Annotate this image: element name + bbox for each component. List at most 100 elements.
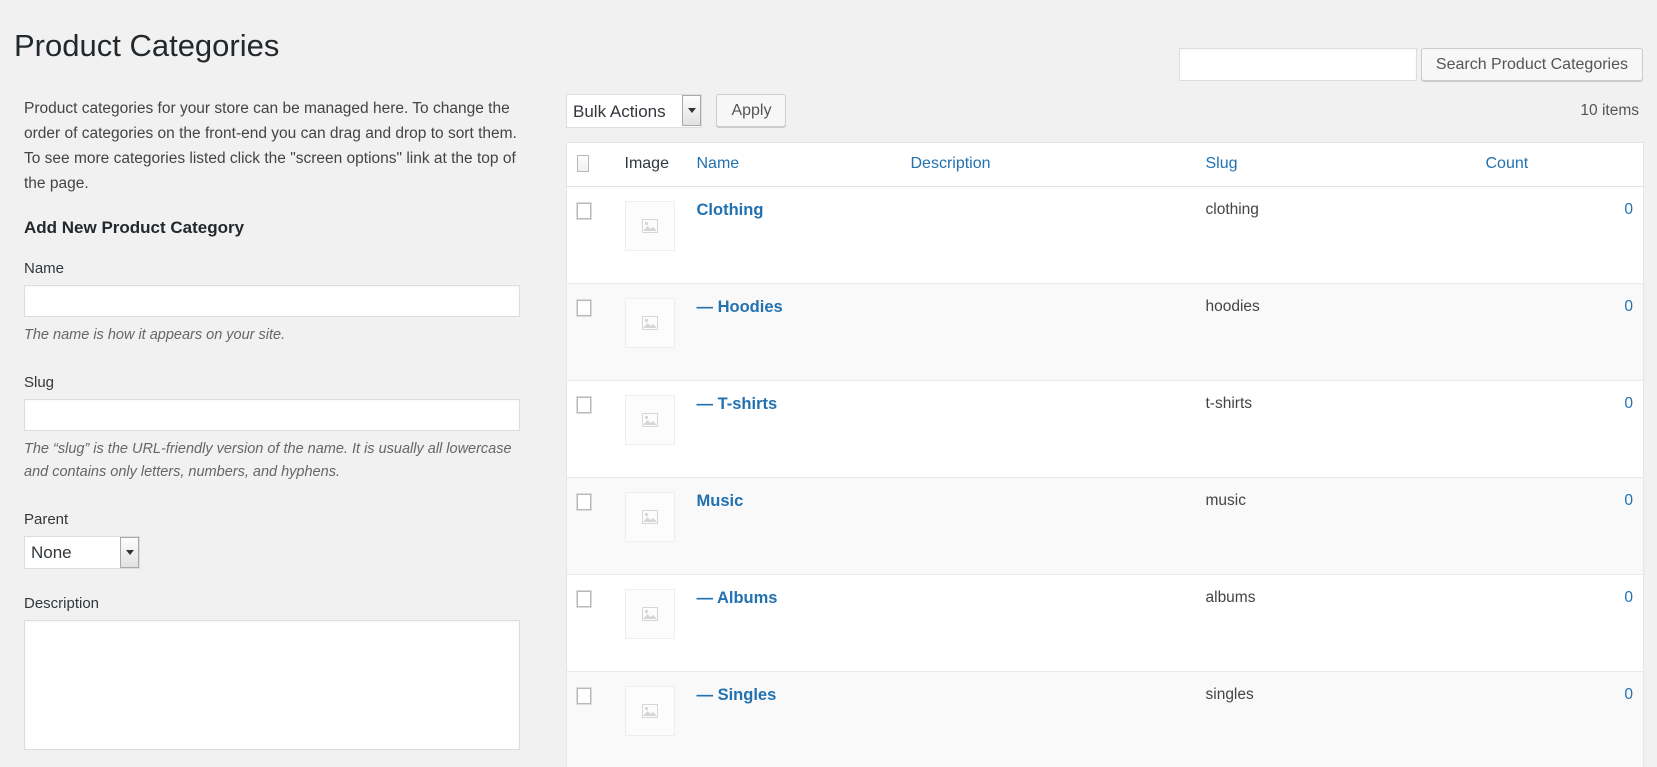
- category-name-link[interactable]: — Singles: [697, 686, 777, 704]
- row-image-cell: [614, 477, 687, 575]
- slug-help-text: The “slug” is the URL-friendly version o…: [24, 440, 512, 481]
- row-select-cell: [566, 477, 615, 575]
- select-all-header: [566, 142, 615, 187]
- category-name-link[interactable]: — T-shirts: [697, 395, 778, 413]
- name-input[interactable]: [24, 285, 520, 318]
- table-row: Music music 0: [566, 477, 1644, 575]
- row-description-cell: [900, 186, 1196, 284]
- description-textarea[interactable]: [24, 619, 520, 750]
- slug-input[interactable]: [24, 398, 520, 431]
- field-slug: Slug The “slug” is the URL-friendly vers…: [24, 374, 524, 485]
- table-header-row: Image Name Description Slug Count: [566, 142, 1644, 187]
- broken-image-placeholder-icon: [624, 686, 675, 736]
- row-slug-cell: music: [1195, 477, 1476, 575]
- name-label: Name: [24, 260, 65, 278]
- product-categories-table: Image Name Description Slug Count Clothi…: [566, 142, 1644, 767]
- broken-image-placeholder-icon: [624, 298, 675, 348]
- search-product-categories-button[interactable]: Search Product Categories: [1420, 48, 1643, 81]
- row-checkbox[interactable]: [577, 300, 591, 316]
- row-description-cell: [900, 671, 1196, 767]
- search-form: Search Product Categories: [1178, 48, 1643, 81]
- row-description-cell: [900, 574, 1196, 672]
- row-image-cell: [614, 574, 687, 672]
- table-row: — Singles singles 0: [566, 671, 1644, 767]
- table-row: — Hoodies hoodies 0: [566, 283, 1644, 381]
- table-row: — T-shirts t-shirts 0: [566, 380, 1644, 478]
- row-slug-cell: hoodies: [1195, 283, 1476, 381]
- column-label-description[interactable]: Description: [911, 155, 991, 172]
- table-toolbar: Bulk Actions Apply 10 items: [566, 94, 1643, 142]
- column-label-name[interactable]: Name: [697, 155, 740, 172]
- row-name-cell: — Singles: [686, 671, 901, 767]
- items-count: 10 items: [1580, 102, 1639, 119]
- row-slug-cell: albums: [1195, 574, 1476, 672]
- row-checkbox[interactable]: [577, 591, 591, 607]
- row-slug-cell: t-shirts: [1195, 380, 1476, 478]
- row-name-cell: — Albums: [686, 574, 901, 672]
- search-input[interactable]: [1178, 48, 1417, 81]
- category-name-link[interactable]: — Albums: [697, 589, 778, 607]
- column-header-count: Count: [1475, 142, 1644, 187]
- category-count-link[interactable]: 0: [1624, 686, 1633, 703]
- column-header-image: Image: [614, 142, 687, 187]
- row-description-cell: [900, 477, 1196, 575]
- parent-select[interactable]: None: [24, 535, 140, 569]
- row-image-cell: [614, 186, 687, 284]
- row-select-cell: [566, 380, 615, 478]
- field-parent: Parent None: [24, 511, 524, 569]
- admin-page: Product Categories Search Product Catego…: [0, 0, 1657, 767]
- category-name-link[interactable]: — Hoodies: [697, 298, 783, 316]
- add-category-panel: Product categories for your store can be…: [24, 96, 524, 767]
- column-header-description: Description: [900, 142, 1196, 187]
- row-slug-cell: singles: [1195, 671, 1476, 767]
- row-checkbox[interactable]: [577, 494, 591, 510]
- bulk-actions-select[interactable]: Bulk Actions: [566, 94, 702, 128]
- column-label-slug[interactable]: Slug: [1206, 155, 1238, 172]
- row-select-cell: [566, 574, 615, 672]
- row-description-cell: [900, 380, 1196, 478]
- table-head: Image Name Description Slug Count: [566, 142, 1644, 187]
- category-count-link[interactable]: 0: [1624, 395, 1633, 412]
- row-name-cell: Clothing: [686, 186, 901, 284]
- parent-select-wrapper: None: [24, 535, 140, 569]
- category-count-link[interactable]: 0: [1624, 492, 1633, 509]
- category-count-link[interactable]: 0: [1624, 298, 1633, 315]
- row-name-cell: — T-shirts: [686, 380, 901, 478]
- row-checkbox[interactable]: [577, 203, 591, 219]
- table-row: Clothing clothing 0: [566, 186, 1644, 284]
- column-header-slug: Slug: [1195, 142, 1476, 187]
- table-body: Clothing clothing 0— Hoodies hoodies 0— T-sh…: [566, 186, 1644, 767]
- column-header-name: Name: [686, 142, 901, 187]
- broken-image-placeholder-icon: [624, 395, 675, 445]
- row-count-cell: 0: [1475, 574, 1644, 672]
- column-label-image: Image: [624, 155, 669, 172]
- category-name-link[interactable]: Music: [697, 492, 744, 510]
- row-checkbox[interactable]: [577, 688, 591, 704]
- bulk-actions-wrapper: Bulk Actions: [566, 94, 702, 128]
- row-count-cell: 0: [1475, 283, 1644, 381]
- column-label-count[interactable]: Count: [1486, 155, 1529, 172]
- row-image-cell: [614, 380, 687, 478]
- select-all-checkbox[interactable]: [577, 155, 589, 173]
- table-row: — Albums albums 0: [566, 574, 1644, 672]
- category-name-link[interactable]: Clothing: [697, 201, 764, 219]
- category-count-link[interactable]: 0: [1624, 201, 1633, 218]
- row-name-cell: Music: [686, 477, 901, 575]
- row-image-cell: [614, 283, 687, 381]
- row-select-cell: [566, 283, 615, 381]
- broken-image-placeholder-icon: [624, 492, 675, 542]
- category-count-link[interactable]: 0: [1624, 589, 1633, 606]
- apply-button[interactable]: Apply: [716, 94, 787, 127]
- broken-image-placeholder-icon: [624, 201, 675, 251]
- row-name-cell: — Hoodies: [686, 283, 901, 381]
- row-count-cell: 0: [1475, 380, 1644, 478]
- intro-description: Product categories for your store can be…: [24, 100, 517, 193]
- row-count-cell: 0: [1475, 477, 1644, 575]
- row-slug-cell: clothing: [1195, 186, 1476, 284]
- parent-label: Parent: [24, 510, 69, 528]
- row-image-cell: [614, 671, 687, 767]
- page-title: Product Categories: [14, 27, 280, 63]
- row-checkbox[interactable]: [577, 397, 591, 413]
- name-help-text: The name is how it appears on your site.: [24, 327, 286, 344]
- broken-image-placeholder-icon: [624, 589, 675, 639]
